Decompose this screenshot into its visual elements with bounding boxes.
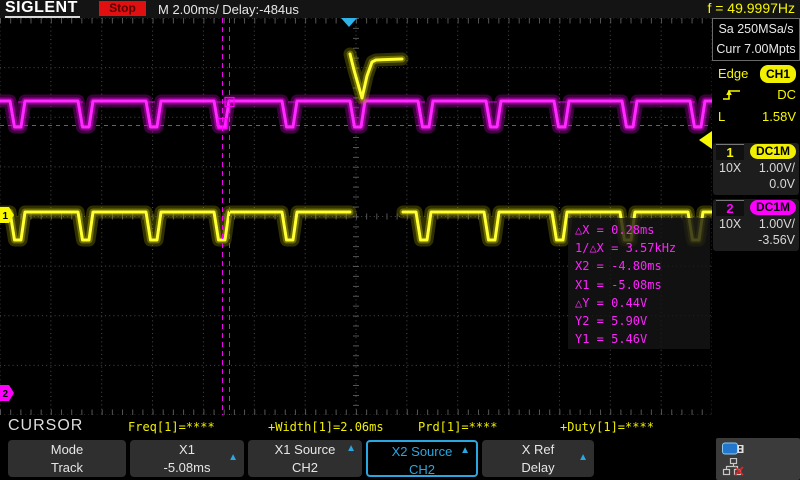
trigger-type-label: Edge — [718, 65, 748, 83]
channel1-probe: 10X — [719, 161, 741, 175]
channel1-coupling-badge: DC1M — [750, 144, 796, 159]
up-arrow-icon: ▲ — [460, 445, 470, 456]
channel2-probe: 10X — [719, 217, 741, 231]
channel2-info-box[interactable]: 2 DC1M 10X 1.00V/ -3.56V — [713, 199, 799, 251]
menu-button-mode[interactable]: Mode Track — [8, 440, 126, 477]
sample-rate: Sa 250MSa/s — [713, 19, 799, 39]
menu-button-x1[interactable]: X1 -5.08ms ▲ — [130, 440, 244, 477]
trigger-position-marker — [341, 18, 357, 27]
acquisition-info-box: Sa 250MSa/s Curr 7.00Mpts — [712, 18, 800, 61]
up-arrow-icon: ▲ — [578, 452, 588, 463]
trigger-level-label: L — [718, 108, 725, 126]
right-sidebar: Sa 250MSa/s Curr 7.00Mpts Edge CH1 DC L … — [712, 18, 800, 415]
channel2-coupling-badge: DC1M — [750, 200, 796, 215]
brand-logo: SIGLENT — [5, 0, 80, 18]
timebase-readout: M 2.00ms/ Delay:-484us — [158, 2, 299, 17]
trigger-coupling: DC — [777, 86, 796, 104]
cursor-delta-y: △Y = 0.44V — [575, 294, 710, 312]
svg-text:1: 1 — [3, 211, 9, 222]
connectivity-panel — [716, 438, 800, 480]
menu-button-x-ref[interactable]: X Ref Delay ▲ — [482, 440, 594, 477]
channel2-number: 2 — [716, 200, 744, 216]
up-arrow-icon: ▲ — [228, 452, 238, 463]
active-menu-title: CURSOR — [8, 417, 83, 435]
memory-depth: Curr 7.00Mpts — [713, 39, 799, 59]
softkey-menu: Mode Track X1 -5.08ms ▲ X1 Source CH2 ▲ … — [0, 438, 800, 480]
cursor-y2: Y2 = 5.90V — [575, 312, 710, 330]
trigger-level-marker — [699, 131, 712, 149]
menu-button-x2-source[interactable]: X2 Source CH2 ▲ — [366, 440, 478, 477]
trigger-source-badge[interactable]: CH1 — [760, 65, 796, 83]
lan-disconnected-icon — [722, 458, 746, 480]
measurement-period: Prd[1]=**** — [418, 420, 497, 434]
trigger-coupling-row: DC — [712, 86, 800, 104]
trigger-type-row: Edge CH1 — [712, 65, 800, 83]
measurement-pwidth: +Width[1]=2.06ms — [268, 420, 384, 434]
cursor-delta-x: △X = 0.28ms — [575, 221, 710, 239]
trigger-level-row: L 1.58V — [712, 108, 800, 126]
frequency-counter: f = 49.9997Hz — [707, 0, 795, 16]
channel1-scale: 1.00V/ — [759, 161, 795, 175]
measurement-freq: Freq[1]=**** — [128, 420, 215, 434]
svg-text:2: 2 — [3, 389, 9, 400]
top-bar: SIGLENT Stop M 2.00ms/ Delay:-484us f = … — [0, 0, 800, 18]
waveform-display: 12 — [0, 18, 712, 415]
cursor-readout-panel: △X = 0.28ms 1/△X = 3.57kHz X2 = -4.80ms … — [568, 218, 710, 349]
channel1-number: 1 — [716, 144, 744, 160]
status-bar: CURSOR Freq[1]=**** +Width[1]=2.06ms Prd… — [0, 415, 800, 438]
oscilloscope-screen: SIGLENT Stop M 2.00ms/ Delay:-484us f = … — [0, 0, 800, 480]
channel1-offset: 0.0V — [769, 177, 795, 191]
up-arrow-icon: ▲ — [346, 443, 356, 454]
measurement-pduty: +Duty[1]=**** — [560, 420, 654, 434]
trigger-level-value: 1.58V — [762, 108, 796, 126]
rising-edge-icon — [722, 87, 742, 107]
cursor-inv-delta-x: 1/△X = 3.57kHz — [575, 239, 710, 257]
channel2-scale: 1.00V/ — [759, 217, 795, 231]
channel2-offset: -3.56V — [758, 233, 795, 247]
cursor-y1: Y1 = 5.46V — [575, 330, 710, 348]
cursor-x2: X2 = -4.80ms — [575, 257, 710, 275]
acquisition-status-badge[interactable]: Stop — [99, 1, 146, 16]
channel1-info-box[interactable]: 1 DC1M 10X 1.00V/ 0.0V — [713, 143, 799, 195]
menu-button-x1-source[interactable]: X1 Source CH2 ▲ — [248, 440, 362, 477]
cursor-x1: X1 = -5.08ms — [575, 276, 710, 294]
